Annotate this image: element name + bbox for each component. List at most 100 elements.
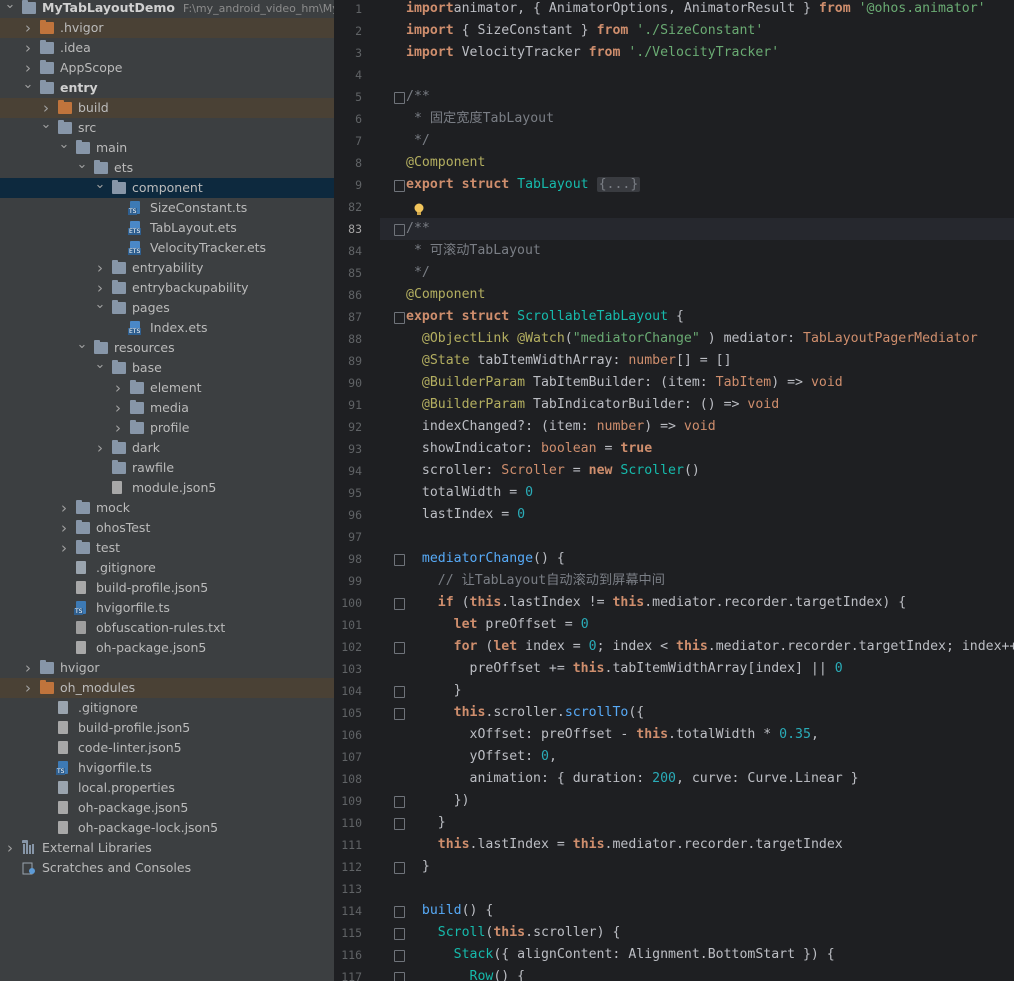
chevron-right-icon[interactable]: ›: [58, 518, 70, 538]
tree-item[interactable]: ⌄ src: [0, 118, 334, 138]
code-line[interactable]: @Component: [406, 152, 485, 174]
chevron-down-icon[interactable]: ⌄: [76, 158, 88, 178]
code-line[interactable]: yOffset: 0,: [406, 746, 557, 768]
chevron-down-icon[interactable]: ⌄: [40, 118, 52, 138]
code-line[interactable]: // 让TabLayout自动滚动到屏幕中间: [406, 570, 665, 592]
fold-marker-icon[interactable]: [394, 312, 405, 324]
tree-item[interactable]: ⌄ resources: [0, 338, 334, 358]
code-line[interactable]: /**: [406, 218, 430, 240]
tree-item[interactable]: › dark: [0, 438, 334, 458]
fold-marker-icon[interactable]: [394, 224, 405, 236]
code-line[interactable]: * 可滚动TabLayout: [406, 240, 541, 262]
fold-marker-icon[interactable]: [394, 950, 405, 962]
fold-marker-icon[interactable]: [394, 92, 405, 104]
code-line[interactable]: @BuilderParam TabIndicatorBuilder: () =>…: [406, 394, 779, 416]
fold-marker-icon[interactable]: [394, 818, 405, 830]
code-line[interactable]: Stack({ alignContent: Alignment.BottomSt…: [406, 944, 835, 966]
code-line[interactable]: showIndicator: boolean = true: [406, 438, 652, 460]
chevron-down-icon[interactable]: ⌄: [22, 78, 34, 98]
code-line[interactable]: preOffset += this.tabItemWidthArray[inde…: [406, 658, 843, 680]
code-line[interactable]: build() {: [406, 900, 493, 922]
code-line[interactable]: }: [406, 812, 446, 834]
tree-item[interactable]: › .hvigor: [0, 18, 334, 38]
tree-item[interactable]: TS hvigorfile.ts: [0, 598, 334, 618]
code-line[interactable]: }: [406, 680, 462, 702]
tree-item[interactable]: ETS VelocityTracker.ets: [0, 238, 334, 258]
tree-item[interactable]: › ohosTest: [0, 518, 334, 538]
chevron-right-icon[interactable]: ›: [4, 838, 16, 858]
code-line[interactable]: import VelocityTracker from './VelocityT…: [406, 42, 779, 64]
tree-item[interactable]: oh-package.json5: [0, 638, 334, 658]
code-line[interactable]: importanimator, { AnimatorOptions, Anima…: [406, 0, 986, 20]
code-line[interactable]: scroller: Scroller = new Scroller(): [406, 460, 700, 482]
code-line[interactable]: */: [406, 262, 430, 284]
code-line[interactable]: this.lastIndex = this.mediator.recorder.…: [406, 834, 843, 856]
fold-marker-icon[interactable]: [394, 598, 405, 610]
chevron-right-icon[interactable]: ›: [22, 58, 34, 78]
tree-item[interactable]: › AppScope: [0, 58, 334, 78]
fold-marker-icon[interactable]: [394, 862, 405, 874]
fold-marker-icon[interactable]: [394, 972, 405, 981]
tree-item[interactable]: ETS Index.ets: [0, 318, 334, 338]
chevron-down-icon[interactable]: ⌄: [58, 138, 70, 158]
tree-item[interactable]: › entryability: [0, 258, 334, 278]
tree-item[interactable]: › mock: [0, 498, 334, 518]
chevron-right-icon[interactable]: ›: [22, 18, 34, 38]
tree-item[interactable]: › test: [0, 538, 334, 558]
code-line[interactable]: export struct ScrollableTabLayout {: [406, 306, 684, 328]
code-line[interactable]: @ObjectLink @Watch("mediatorChange" ) me…: [406, 328, 978, 350]
code-line[interactable]: * 固定宽度TabLayout: [406, 108, 554, 130]
chevron-right-icon[interactable]: ›: [22, 678, 34, 698]
fold-marker-icon[interactable]: [394, 906, 405, 918]
tree-item[interactable]: obfuscation-rules.txt: [0, 618, 334, 638]
chevron-right-icon[interactable]: ›: [40, 98, 52, 118]
tree-item[interactable]: › profile: [0, 418, 334, 438]
tree-item[interactable]: oh-package-lock.json5: [0, 818, 334, 838]
code-line[interactable]: Scroll(this.scroller) {: [406, 922, 621, 944]
code-line[interactable]: /**: [406, 86, 430, 108]
fold-marker-icon[interactable]: [394, 642, 405, 654]
tree-item[interactable]: build-profile.json5: [0, 718, 334, 738]
chevron-right-icon[interactable]: ›: [22, 658, 34, 678]
chevron-down-icon[interactable]: ⌄: [94, 178, 106, 198]
code-line[interactable]: indexChanged?: (item: number) => void: [406, 416, 716, 438]
fold-marker-icon[interactable]: [394, 796, 405, 808]
chevron-right-icon[interactable]: ›: [94, 438, 106, 458]
code-line[interactable]: @BuilderParam TabItemBuilder: (item: Tab…: [406, 372, 843, 394]
code-line[interactable]: if (this.lastIndex != this.mediator.reco…: [406, 592, 906, 614]
fold-marker-icon[interactable]: [394, 180, 405, 192]
tree-item[interactable]: ⌄ entry: [0, 78, 334, 98]
tree-item[interactable]: .gitignore: [0, 558, 334, 578]
code-line[interactable]: import { SizeConstant } from './SizeCons…: [406, 20, 763, 42]
fold-marker-icon[interactable]: [394, 708, 405, 720]
tree-item[interactable]: › entrybackupability: [0, 278, 334, 298]
tree-item[interactable]: › oh_modules: [0, 678, 334, 698]
fold-marker-icon[interactable]: [394, 928, 405, 940]
code-line[interactable]: export struct TabLayout {...}: [406, 174, 641, 196]
tree-item[interactable]: › build: [0, 98, 334, 118]
tree-item[interactable]: › hvigor: [0, 658, 334, 678]
tree-item[interactable]: .gitignore: [0, 698, 334, 718]
tree-item[interactable]: ⌄ component: [0, 178, 334, 198]
tree-item[interactable]: ⌄ ets: [0, 158, 334, 178]
chevron-right-icon[interactable]: ›: [112, 378, 124, 398]
code-line[interactable]: for (let index = 0; index < this.mediato…: [406, 636, 1014, 658]
code-line[interactable]: totalWidth = 0: [406, 482, 533, 504]
tree-item[interactable]: TS SizeConstant.ts: [0, 198, 334, 218]
tree-item[interactable]: › .idea: [0, 38, 334, 58]
chevron-down-icon[interactable]: ⌄: [4, 0, 16, 18]
tree-item[interactable]: ⌄ MyTabLayoutDemo F:\my_android_video_hm\M…: [0, 0, 334, 18]
tree-item[interactable]: TS hvigorfile.ts: [0, 758, 334, 778]
tree-item[interactable]: code-linter.json5: [0, 738, 334, 758]
tree-item[interactable]: oh-package.json5: [0, 798, 334, 818]
chevron-right-icon[interactable]: ›: [94, 278, 106, 298]
chevron-down-icon[interactable]: ⌄: [94, 298, 106, 318]
tree-item[interactable]: module.json5: [0, 478, 334, 498]
code-line[interactable]: */: [406, 130, 430, 152]
code-line[interactable]: let preOffset = 0: [406, 614, 589, 636]
chevron-down-icon[interactable]: ⌄: [76, 338, 88, 358]
chevron-right-icon[interactable]: ›: [112, 398, 124, 418]
chevron-right-icon[interactable]: ›: [58, 538, 70, 558]
fold-marker-icon[interactable]: [394, 686, 405, 698]
code-line[interactable]: animation: { duration: 200, curve: Curve…: [406, 768, 859, 790]
